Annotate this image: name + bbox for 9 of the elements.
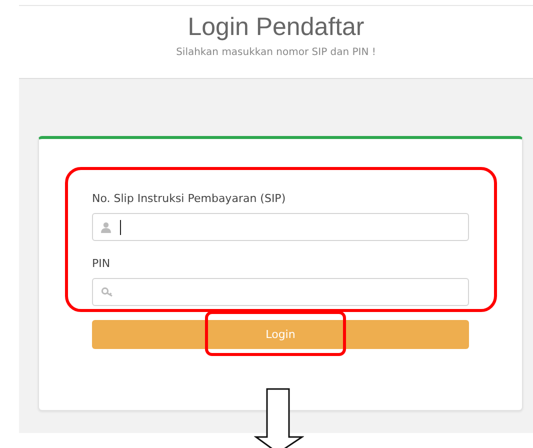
login-button[interactable]: Login xyxy=(92,320,469,349)
input-field[interactable] xyxy=(92,213,469,241)
field-label: No. Slip Instruksi Pembayaran (SIP) xyxy=(92,192,287,205)
page-subtitle: Silahkan masukkan nomor SIP dan PIN ! xyxy=(175,47,377,58)
key-icon xyxy=(101,287,114,297)
input-field[interactable] xyxy=(92,278,469,306)
user-icon xyxy=(101,222,111,232)
page-title: Login Pendaftar xyxy=(186,12,366,43)
field-label: PIN xyxy=(92,257,112,270)
